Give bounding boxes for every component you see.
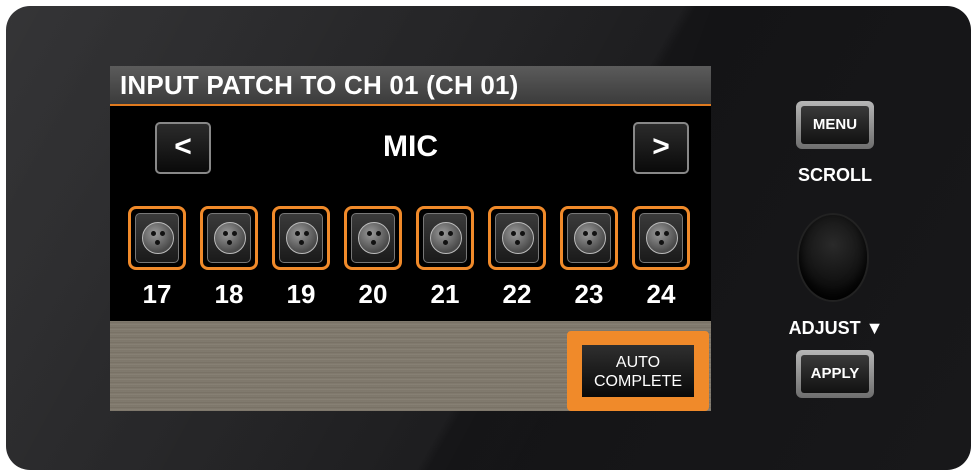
xlr-input-21[interactable] [416,206,474,270]
next-source-button[interactable]: > [633,122,689,174]
adjust-label: ADJUST ▼ [788,318,884,338]
xlr-input-19[interactable] [272,206,330,270]
input-number: 19 [286,279,316,309]
xlr-icon [567,213,611,263]
menu-button[interactable]: MENU [796,101,874,149]
input-number: 24 [646,279,676,309]
xlr-input-20[interactable] [344,206,402,270]
xlr-icon [207,213,251,263]
input-number: 17 [142,279,172,309]
input-number: 21 [430,279,460,309]
xlr-input-17[interactable] [128,206,186,270]
xlr-icon [495,213,539,263]
input-number: 20 [358,279,388,309]
source-label: MIC [383,130,438,163]
adjust-knob[interactable] [799,215,867,300]
lcd-screen: INPUT PATCH TO CH 01 (CH 01) < MIC > 17 … [110,66,711,411]
apply-button[interactable]: APPLY [796,350,874,398]
input-number: 22 [502,279,532,309]
input-list [128,206,708,272]
xlr-input-24[interactable] [632,206,690,270]
screen-title-bar: INPUT PATCH TO CH 01 (CH 01) [110,66,711,106]
input-number: 18 [214,279,244,309]
xlr-icon [639,213,683,263]
auto-complete-label: AUTO COMPLETE [582,345,694,397]
input-number: 23 [574,279,604,309]
auto-complete-button[interactable]: AUTO COMPLETE [567,331,709,411]
xlr-input-23[interactable] [560,206,618,270]
xlr-icon [351,213,395,263]
scroll-label: SCROLL [798,165,872,185]
xlr-icon [135,213,179,263]
xlr-icon [423,213,467,263]
page-title: INPUT PATCH TO CH 01 (CH 01) [120,70,519,100]
xlr-input-22[interactable] [488,206,546,270]
xlr-input-18[interactable] [200,206,258,270]
xlr-icon [279,213,323,263]
